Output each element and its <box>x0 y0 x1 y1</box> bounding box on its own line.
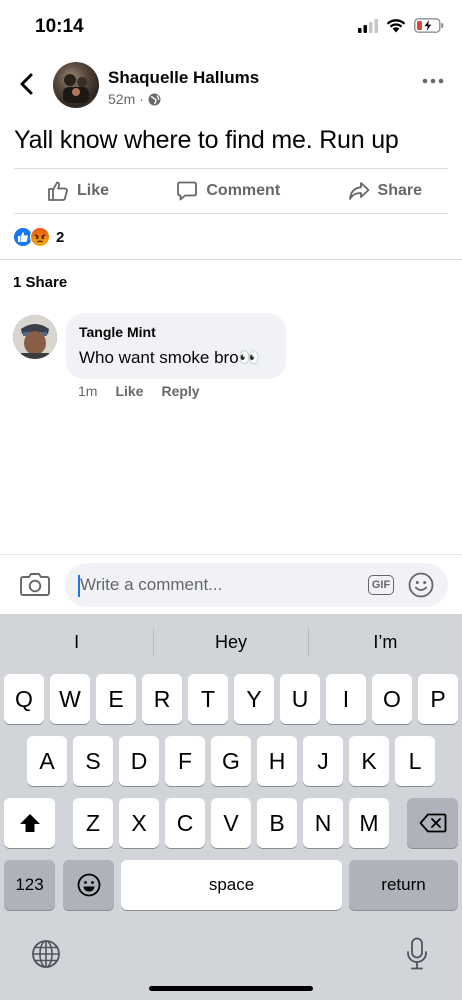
back-arrow-icon[interactable] <box>16 70 40 98</box>
key-o[interactable]: O <box>372 674 412 724</box>
shift-key[interactable] <box>4 798 55 848</box>
emoji-face-icon <box>77 873 100 897</box>
key-n[interactable]: N <box>303 798 343 848</box>
key-s[interactable]: S <box>73 736 113 786</box>
like-button[interactable]: Like <box>47 180 109 202</box>
globe-keyboard-icon[interactable] <box>31 939 61 969</box>
angry-reaction-icon <box>30 227 50 247</box>
post-meta: 52m · <box>108 91 161 107</box>
share-arrow-icon <box>348 182 369 200</box>
suggestion-1[interactable]: I <box>0 632 153 653</box>
camera-icon[interactable] <box>20 571 50 597</box>
wifi-icon <box>386 19 406 33</box>
key-g[interactable]: G <box>211 736 251 786</box>
key-l[interactable]: L <box>395 736 435 786</box>
post-text: Yall know where to find me. Run up <box>14 126 399 154</box>
comment-button[interactable]: Comment <box>176 180 280 202</box>
key-u[interactable]: U <box>280 674 320 724</box>
predictive-bar: I Hey I’m <box>0 614 462 670</box>
key-b[interactable]: B <box>257 798 297 848</box>
key-e[interactable]: E <box>96 674 136 724</box>
comment-reply-button[interactable]: Reply <box>161 383 199 399</box>
post-action-bar: Like Comment Share <box>14 168 448 214</box>
key-x[interactable]: X <box>119 798 159 848</box>
key-y[interactable]: Y <box>234 674 274 724</box>
key-r[interactable]: R <box>142 674 182 724</box>
post-time: 52m <box>108 91 136 107</box>
avatar-photo-placeholder <box>63 74 89 103</box>
author-name[interactable]: Shaquelle Hallums <box>108 68 259 88</box>
commenter-photo-placeholder <box>13 315 57 359</box>
key-w[interactable]: W <box>50 674 90 724</box>
home-indicator[interactable] <box>149 986 313 991</box>
text-caret <box>78 575 80 597</box>
key-j[interactable]: J <box>303 736 343 786</box>
share-button[interactable]: Share <box>348 180 422 202</box>
status-icons <box>358 18 444 33</box>
post-header: Shaquelle Hallums 52m · <box>0 58 462 114</box>
space-key[interactable]: space <box>121 860 342 910</box>
delete-backspace-icon <box>419 813 446 833</box>
gif-button[interactable]: GIF <box>368 575 394 595</box>
return-key[interactable]: return <box>349 860 458 910</box>
key-q[interactable]: Q <box>4 674 44 724</box>
key-d[interactable]: D <box>119 736 159 786</box>
comment-like-button[interactable]: Like <box>115 383 143 399</box>
key-i[interactable]: I <box>326 674 366 724</box>
meta-separator: · <box>139 91 144 107</box>
key-p[interactable]: P <box>418 674 458 724</box>
battery-charging-icon <box>414 18 444 33</box>
microphone-icon[interactable] <box>405 937 429 971</box>
globe-icon <box>148 93 161 105</box>
key-f[interactable]: F <box>165 736 205 786</box>
status-bar: 10:14 <box>0 0 462 56</box>
more-options-icon[interactable] <box>422 76 444 86</box>
comment-time: 1m <box>78 383 98 399</box>
status-time: 10:14 <box>35 16 84 37</box>
key-a[interactable]: A <box>27 736 67 786</box>
author-avatar[interactable] <box>53 62 99 108</box>
share-label: Share <box>377 182 422 199</box>
emoji-smiley-icon[interactable] <box>408 572 434 598</box>
suggestion-3[interactable]: I’m <box>309 632 462 653</box>
key-k[interactable]: K <box>349 736 389 786</box>
ios-keyboard: I Hey I’m Q W E R T Y U I O P A S D F G … <box>0 614 462 1000</box>
divider <box>0 259 462 260</box>
numbers-key[interactable]: 123 <box>4 860 55 910</box>
backspace-key[interactable] <box>407 798 458 848</box>
like-label: Like <box>77 182 110 199</box>
key-c[interactable]: C <box>165 798 205 848</box>
comment-label: Comment <box>206 182 281 199</box>
shift-arrow-icon <box>19 814 40 832</box>
key-v[interactable]: V <box>211 798 251 848</box>
comment-bubble[interactable]: Tangle Mint Who want smoke bro👀 <box>66 313 286 379</box>
key-h[interactable]: H <box>257 736 297 786</box>
comment-composer: Write a comment... GIF <box>0 554 462 614</box>
reaction-summary[interactable]: 2 <box>13 227 64 247</box>
suggestion-2[interactable]: Hey <box>154 632 307 653</box>
cellular-signal-icon <box>358 18 378 33</box>
key-z[interactable]: Z <box>73 798 113 848</box>
comment-bubble-icon <box>177 181 198 201</box>
comment-actions: 1m Like Reply <box>78 383 200 399</box>
reaction-count: 2 <box>56 228 65 246</box>
comment-text: Who want smoke bro👀 <box>79 348 260 367</box>
commenter-avatar[interactable] <box>13 315 57 359</box>
share-count[interactable]: 1 Share <box>13 274 67 291</box>
key-t[interactable]: T <box>188 674 228 724</box>
thumbs-up-icon <box>48 181 68 201</box>
key-m[interactable]: M <box>349 798 389 848</box>
commenter-name[interactable]: Tangle Mint <box>79 324 156 340</box>
emoji-key[interactable] <box>63 860 114 910</box>
